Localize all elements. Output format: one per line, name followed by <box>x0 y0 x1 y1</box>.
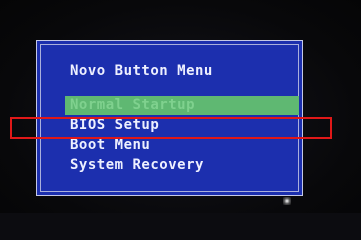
novo-menu-panel: Novo Button Menu Normal Startup BIOS Set… <box>36 40 303 196</box>
menu-item-normal-startup[interactable]: Normal Startup <box>65 96 299 115</box>
menu-title: Novo Button Menu <box>70 63 213 79</box>
light-glare <box>283 197 291 205</box>
monitor-screen: Novo Button Menu Normal Startup BIOS Set… <box>0 0 361 213</box>
menu-item-bios-setup[interactable]: BIOS Setup <box>70 116 159 135</box>
menu-item-boot-menu[interactable]: Boot Menu <box>70 136 150 155</box>
menu-item-system-recovery[interactable]: System Recovery <box>70 156 204 175</box>
